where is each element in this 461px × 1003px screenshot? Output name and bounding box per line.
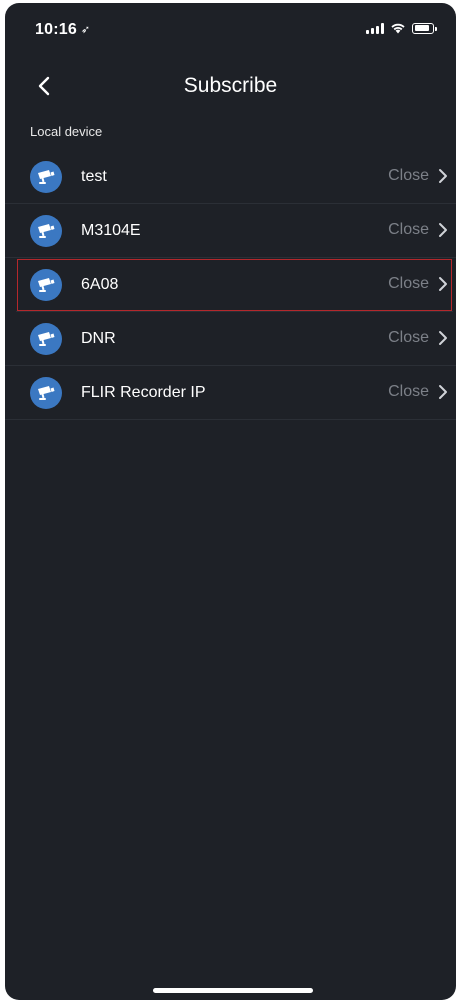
device-row-flir-recorder-ip[interactable]: FLIR Recorder IP Close: [5, 366, 456, 420]
section-header-local-device: Local device: [30, 124, 103, 139]
device-list: test Close M3104E Close 6A08 Close DNR C…: [5, 150, 456, 420]
chevron-right-icon: [439, 223, 447, 237]
status-icons: [366, 22, 437, 34]
battery-icon: [412, 22, 437, 34]
device-avatar: [30, 161, 62, 193]
device-status: Close: [388, 221, 429, 238]
device-avatar: [30, 215, 62, 247]
camera-icon: [38, 224, 55, 238]
chevron-right-icon: [439, 169, 447, 183]
wifi-icon: [391, 23, 405, 34]
device-name: DNR: [81, 330, 116, 347]
row-right: Close: [388, 329, 449, 347]
page-title: Subscribe: [183, 74, 278, 97]
status-time-text: 10:16: [35, 21, 77, 38]
device-row-6a08[interactable]: 6A08 Close: [16, 258, 453, 312]
status-bar: 10:16 ➶: [5, 3, 456, 55]
device-avatar: [30, 323, 62, 355]
chevron-right-icon: [439, 277, 447, 291]
camera-icon: [38, 170, 55, 184]
device-row-dnr[interactable]: DNR Close: [5, 312, 456, 366]
device-status: Close: [388, 329, 429, 346]
row-right: Close: [388, 383, 449, 401]
app-screen: 10:16 ➶ Subscribe Local device test Clos…: [5, 3, 456, 1000]
home-indicator[interactable]: [153, 988, 313, 993]
device-row-test[interactable]: test Close: [5, 150, 456, 204]
battery-level: [414, 25, 429, 31]
device-status: Close: [388, 275, 429, 292]
device-avatar: [30, 377, 62, 409]
status-time: 10:16 ➶: [35, 21, 90, 39]
device-avatar: [30, 269, 62, 301]
camera-icon: [38, 386, 55, 400]
chevron-right-icon: [439, 385, 447, 399]
device-name: 6A08: [81, 276, 119, 293]
device-status: Close: [388, 383, 429, 400]
row-right: Close: [388, 221, 449, 239]
device-name: FLIR Recorder IP: [81, 384, 206, 401]
device-name: test: [81, 168, 107, 185]
device-name: M3104E: [81, 222, 141, 239]
camera-icon: [38, 278, 55, 292]
device-row-m3104e[interactable]: M3104E Close: [5, 204, 456, 258]
location-icon: ➶: [80, 24, 91, 36]
row-right: Close: [388, 167, 449, 185]
device-status: Close: [388, 167, 429, 184]
nav-bar: Subscribe: [5, 63, 456, 107]
camera-icon: [38, 332, 55, 346]
chevron-right-icon: [439, 331, 447, 345]
signal-icon: [366, 22, 384, 34]
row-right: Close: [388, 275, 449, 293]
